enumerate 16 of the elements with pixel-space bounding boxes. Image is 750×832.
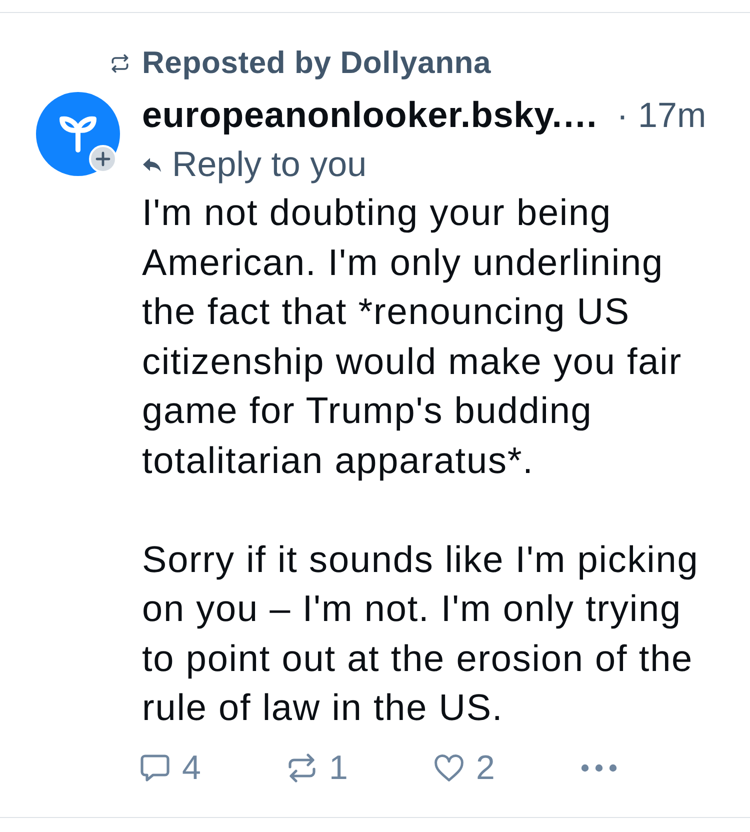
post-text: I'm not doubting your being American. I'm only underlining the fact that *renouncing US citizenship would make you fair game for Trump's budding totalitarian apparatus*. [142, 191, 683, 483]
reply-arrow-icon [142, 157, 162, 173]
reply-context-link[interactable]: Reply to you [172, 144, 367, 186]
reply-button[interactable]: 4 [140, 748, 287, 788]
author-handle[interactable]: europeanonlooker.bsky.… [142, 94, 599, 136]
post-text: Sorry if it sounds like I'm picking on you – I'm not. I'm only trying to point out at the erosion of the rule of law in the US. [142, 538, 700, 730]
reposted-by-link[interactable]: Reposted by Dollyanna [142, 46, 492, 80]
like-button[interactable]: 2 [434, 748, 581, 788]
avatar-icon[interactable] [36, 92, 120, 176]
repost-button[interactable]: 1 [287, 748, 434, 788]
repost-icon [109, 54, 131, 72]
heart-icon [434, 752, 464, 782]
repost-icon [287, 752, 317, 782]
post-time: · 17m [616, 95, 706, 137]
more-icon [581, 764, 617, 772]
comment-icon [140, 752, 170, 782]
